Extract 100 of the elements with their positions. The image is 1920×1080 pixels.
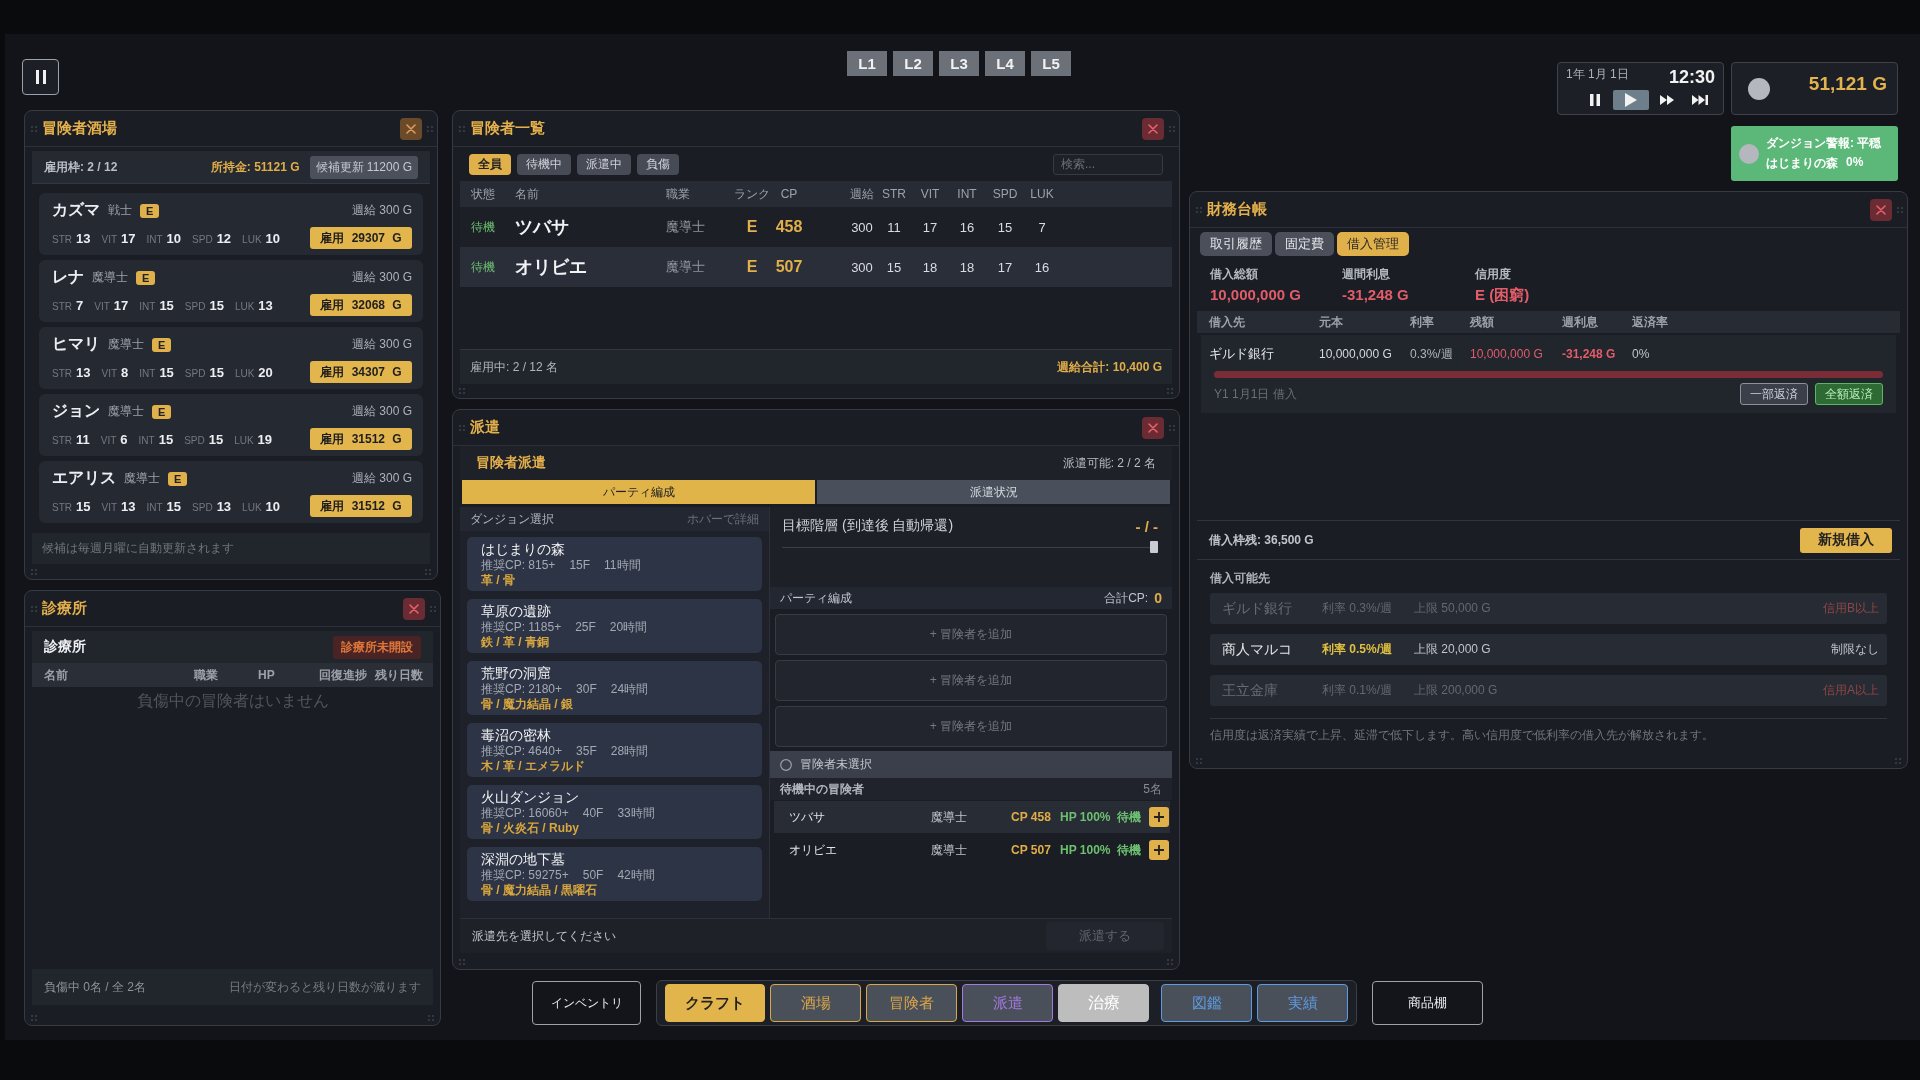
drag-handle-icon[interactable]: [31, 605, 37, 612]
hire-button[interactable]: 雇用 29307 G: [310, 227, 412, 249]
filter-chip[interactable]: 待機中: [517, 153, 571, 175]
layer-button[interactable]: L3: [939, 51, 979, 76]
stat-label: INT: [146, 501, 163, 513]
panel-title: 診療所: [42, 599, 88, 618]
new-loan-button[interactable]: 新規借入: [1800, 527, 1892, 553]
adventurer-name: ツバサ: [789, 808, 826, 826]
drag-handle-icon[interactable]: [430, 605, 436, 612]
adventurer-row[interactable]: オリビエ 魔導士 CP 507 HP 100% 待機: [774, 834, 1170, 866]
filter-chip[interactable]: 全員: [469, 153, 511, 175]
filter-chip[interactable]: 派遣中: [577, 153, 631, 175]
adventurer-row[interactable]: ツバサ 魔導士 CP 458 HP 100% 待機: [774, 801, 1170, 833]
tab[interactable]: 派遣状況: [817, 480, 1170, 504]
inventory-button[interactable]: インベントリ: [532, 981, 641, 1025]
add-button[interactable]: [1149, 840, 1169, 860]
search-field[interactable]: 検索...: [1053, 153, 1163, 175]
candidate-name: エアリス: [52, 468, 116, 488]
hire-button[interactable]: 雇用 34307 G: [310, 361, 412, 383]
slider-thumb[interactable]: [1150, 541, 1158, 553]
candidate-name: カズマ: [52, 200, 100, 220]
stat-label: LUK: [242, 233, 262, 245]
refresh-candidates-button[interactable]: 候補更新 11200 G: [309, 155, 418, 179]
drag-handle-icon[interactable]: [1167, 388, 1173, 394]
tab[interactable]: パーティ編成: [462, 480, 815, 504]
full-repay-button[interactable]: 全額返済: [1815, 383, 1883, 405]
drag-handle-icon[interactable]: [31, 1015, 37, 1021]
drag-handle-icon[interactable]: [1897, 206, 1903, 213]
drag-handle-icon[interactable]: [427, 125, 433, 132]
weekly-salary: 週給 300 G: [351, 202, 412, 219]
drag-handle-icon[interactable]: [459, 388, 465, 394]
add-adventurer-slot[interactable]: + 冒険者を追加: [775, 706, 1167, 747]
lender-name: 商人マルコ: [1222, 640, 1293, 659]
stat-value: 13: [121, 498, 136, 514]
close-button[interactable]: [400, 117, 422, 140]
adventurer-job: 魔導士: [931, 808, 968, 826]
materials-text: 骨 / 火炎石 / Ruby: [481, 821, 580, 836]
table-cell-text: ツバサ: [515, 216, 570, 239]
drag-handle-icon[interactable]: [31, 569, 37, 575]
dungeon-card[interactable]: 火山ダンジョン 推奨CP: 16060+ 40F 33時間 骨 / 火炎石 / Ruby: [467, 785, 762, 839]
dungeon-card[interactable]: 草原の遺跡 推奨CP: 1185+ 25F 20時間 鉄 / 革 / 青銅: [467, 599, 762, 653]
drag-handle-icon[interactable]: [1196, 206, 1202, 213]
layer-button[interactable]: L1: [847, 51, 887, 76]
tab[interactable]: 借入管理: [1337, 232, 1409, 256]
drag-handle-icon[interactable]: [1169, 424, 1175, 431]
dungeon-card[interactable]: 荒野の洞窟 推奨CP: 2180+ 30F 24時間 骨 / 魔力結晶 / 銀: [467, 661, 762, 715]
dungeon-card[interactable]: はじまりの森 推奨CP: 815+ 15F 11時間 革 / 骨: [467, 537, 762, 591]
weekly-salary: 週給 300 G: [351, 336, 412, 353]
close-button[interactable]: [1142, 416, 1164, 439]
nav-tab[interactable]: 酒場: [770, 984, 861, 1022]
hire-button[interactable]: 雇用 31512 G: [310, 495, 412, 517]
layer-button[interactable]: L2: [893, 51, 933, 76]
materials-text: 鉄 / 革 / 青銅: [481, 635, 550, 650]
partial-repay-button[interactable]: 一部返済: [1740, 383, 1808, 405]
add-button[interactable]: [1149, 807, 1169, 827]
close-button[interactable]: [1870, 198, 1892, 221]
tab[interactable]: 固定費: [1275, 232, 1334, 256]
hire-button[interactable]: 雇用 32068 G: [310, 294, 412, 316]
table-row[interactable]: 待機 オリビエ 魔導士 E 507 300 15 18 18 17 16: [460, 247, 1172, 287]
drag-handle-icon[interactable]: [31, 125, 37, 132]
column-header: HP: [258, 668, 276, 682]
hint-text: 派遣先を選択してください: [472, 927, 616, 945]
tab[interactable]: 取引履歴: [1200, 232, 1272, 256]
panel-title: 財務台帳: [1207, 200, 1268, 219]
close-button[interactable]: [403, 597, 425, 620]
layer-button[interactable]: L4: [985, 51, 1025, 76]
drag-handle-icon[interactable]: [425, 569, 431, 575]
drag-handle-icon[interactable]: [459, 125, 465, 132]
lender-row[interactable]: 商人マルコ 利率 0.5%/週 上限 20,000 G 制限なし: [1210, 634, 1887, 665]
add-adventurer-slot[interactable]: + 冒険者を追加: [775, 614, 1167, 655]
table-cell: 17: [997, 259, 1013, 275]
filter-chip[interactable]: 負傷: [637, 153, 679, 175]
rank-badge: E: [136, 270, 156, 285]
close-icon: [1148, 422, 1158, 433]
nav-tab[interactable]: 冒険者: [866, 984, 957, 1022]
layer-button[interactable]: L5: [1031, 51, 1071, 76]
play-button[interactable]: [1613, 90, 1649, 110]
add-adventurer-slot[interactable]: + 冒険者を追加: [775, 660, 1167, 701]
panel-title: 冒険者一覧: [470, 119, 546, 138]
drag-handle-icon[interactable]: [428, 1015, 434, 1021]
dungeon-card[interactable]: 深淵の地下墓 推奨CP: 59275+ 50F 42時間 骨 / 魔力結晶 / 黒曜石: [467, 847, 762, 901]
candidate-job: 魔導士: [108, 336, 144, 353]
total-cp-label: 合計CP:: [1104, 589, 1149, 607]
column-header: 名前: [515, 185, 540, 203]
shelf-button[interactable]: 商品棚: [1372, 981, 1483, 1025]
dot-icon: [1739, 143, 1759, 164]
drag-handle-icon[interactable]: [1196, 758, 1202, 764]
drag-handle-icon[interactable]: [1169, 125, 1175, 132]
recommended-cp: 推奨CP: 4640+: [481, 744, 563, 759]
dungeon-card[interactable]: 毒沼の密林 推奨CP: 4640+ 35F 28時間 木 / 革 / エメラルド: [467, 723, 762, 777]
drag-handle-icon[interactable]: [1895, 758, 1901, 764]
close-icon: [406, 123, 416, 134]
pause-button[interactable]: [22, 59, 59, 95]
hire-button[interactable]: 雇用 31512 G: [310, 428, 412, 450]
drag-handle-icon[interactable]: [459, 959, 465, 965]
close-button[interactable]: [1142, 117, 1164, 140]
credit-remaining: 借入枠残: 36,500 G: [1209, 531, 1314, 549]
drag-handle-icon[interactable]: [459, 424, 465, 431]
drag-handle-icon[interactable]: [1167, 959, 1173, 965]
nav-tab[interactable]: クラフト: [665, 984, 765, 1022]
